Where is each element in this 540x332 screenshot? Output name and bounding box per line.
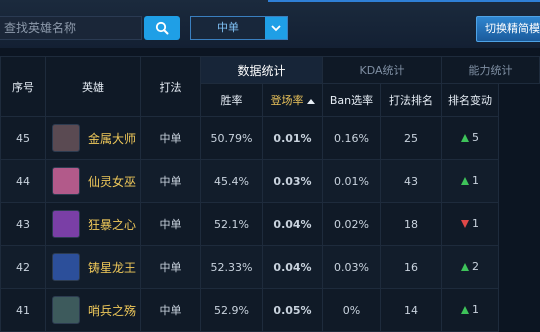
cell-role: 中单 [140,245,201,289]
cell-role-rank: 18 [380,202,443,246]
cell-appear-rate: 0.03% [261,159,324,203]
header-rank: 序号 [0,56,46,117]
table-row[interactable]: 42 铸星龙王 中单 52.33% 0.04% 0.03% 16 2 [0,245,540,289]
tab-kda-stats[interactable]: KDA统计 [322,56,443,84]
cell-rank-change: 5 [441,116,500,160]
rank-down-icon [461,219,470,228]
cell-role-rank: 14 [380,288,443,332]
cell-ban-rate: 0.03% [322,245,382,289]
cell-rank: 42 [0,245,46,289]
cell-rank-change: 1 [441,288,500,332]
header-role-rank[interactable]: 打法排名 [380,83,443,117]
table-row[interactable]: 41 哨兵之殇 中单 52.9% 0.05% 0% 14 1 [0,288,540,332]
hero-avatar[interactable] [52,296,80,324]
cell-hero[interactable]: 铸星龙王 [45,245,141,289]
cell-role-rank: 43 [380,159,443,203]
cell-hero[interactable]: 哨兵之殇 [45,288,141,332]
cell-hero[interactable]: 狂暴之心 [45,202,141,246]
top-accent-line [268,0,540,2]
cell-appear-rate: 0.05% [261,288,324,332]
hero-avatar[interactable] [52,167,80,195]
cell-rank-change: 1 [441,159,500,203]
table-row[interactable]: 44 仙灵女巫 中单 45.4% 0.03% 0.01% 43 1 [0,159,540,203]
header-rank-change-label: 排名变动 [448,94,493,107]
cell-rank: 44 [0,159,46,203]
rank-change-value: 1 [472,174,480,188]
rank-up-icon [461,262,470,271]
cell-ban-rate: 0.16% [322,116,382,160]
tab-ability-stats[interactable]: 能力统计 [441,56,540,84]
cell-appear-rate: 0.04% [261,245,324,289]
cell-role: 中单 [140,159,201,203]
cell-role: 中单 [140,116,201,160]
header-ban-rate[interactable]: Ban选率 [322,83,382,117]
switch-mode-button[interactable]: 切换精简模式 [476,16,540,42]
role-select-value: 中单 [217,21,239,34]
rank-change-value: 1 [472,303,480,317]
header-role: 打法 [140,56,201,117]
cell-role-rank: 25 [380,116,443,160]
hero-name[interactable]: 狂暴之心 [88,216,136,233]
cell-ban-rate: 0.02% [322,202,382,246]
hero-name[interactable]: 哨兵之殇 [88,302,136,319]
cell-role: 中单 [140,202,201,246]
hero-stats-table: 序号 英雄 打法 数据统计 KDA统计 能力统计 胜率 登场率 Ban选率 打法… [0,56,540,332]
cell-win-rate: 45.4% [200,159,263,203]
header-role-rank-label: 打法排名 [389,94,434,107]
cell-ban-rate: 0% [322,288,382,332]
role-select[interactable]: 中单 [190,16,288,40]
cell-rank-change: 1 [441,202,500,246]
cell-role-rank: 16 [380,245,443,289]
rank-up-icon [461,305,470,314]
cell-rank: 43 [0,202,46,246]
chevron-down-icon[interactable] [265,17,287,39]
hero-avatar[interactable] [52,253,80,281]
rank-up-icon [461,176,470,185]
sort-asc-icon [306,98,315,104]
cell-rank: 41 [0,288,46,332]
search-input[interactable] [0,16,142,40]
table-row[interactable]: 45 金属大师 中单 50.79% 0.01% 0.16% 25 5 [0,116,540,160]
cell-rank-change: 2 [441,245,500,289]
header-appear-rate[interactable]: 登场率 [261,83,324,117]
table-row[interactable]: 43 狂暴之心 中单 52.1% 0.04% 0.02% 18 1 [0,202,540,246]
cell-appear-rate: 0.04% [261,202,324,246]
cell-hero[interactable]: 仙灵女巫 [45,159,141,203]
cell-ban-rate: 0.01% [322,159,382,203]
header-win-rate-label: 胜率 [220,94,243,107]
cell-appear-rate: 0.01% [261,116,324,160]
header-win-rate[interactable]: 胜率 [200,83,263,117]
cell-win-rate: 50.79% [200,116,263,160]
cell-win-rate: 52.33% [200,245,263,289]
search-button[interactable] [144,16,180,40]
cell-role: 中单 [140,288,201,332]
header-hero: 英雄 [45,56,141,117]
cell-win-rate: 52.9% [200,288,263,332]
hero-avatar[interactable] [52,210,80,238]
header-rank-change[interactable]: 排名变动 [441,83,500,117]
hero-avatar[interactable] [52,124,80,152]
cell-rank: 45 [0,116,46,160]
rank-change-value: 2 [472,260,480,274]
rank-change-value: 5 [472,131,480,145]
hero-name[interactable]: 铸星龙王 [88,259,136,276]
search-icon [155,21,169,35]
header-ban-rate-label: Ban选率 [329,94,374,107]
cell-win-rate: 52.1% [200,202,263,246]
cell-hero[interactable]: 金属大师 [45,116,141,160]
hero-name[interactable]: 金属大师 [88,130,136,147]
tab-data-stats[interactable]: 数据统计 [199,56,324,84]
hero-name[interactable]: 仙灵女巫 [88,173,136,190]
header-appear-rate-label: 登场率 [270,94,304,107]
rank-up-icon [461,133,470,142]
rank-change-value: 1 [472,217,480,231]
